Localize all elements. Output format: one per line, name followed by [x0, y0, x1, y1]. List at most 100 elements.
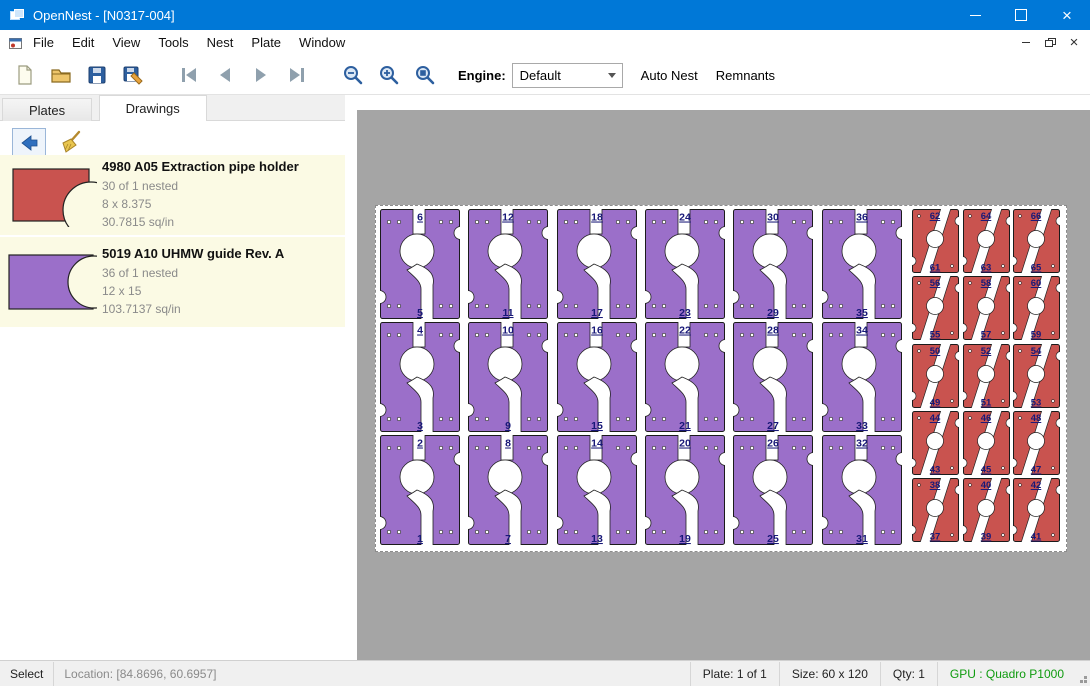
nested-part-pair-red[interactable]: 60 59	[1013, 276, 1060, 340]
nested-part-pair-purple[interactable]: 2019	[645, 435, 725, 545]
part-number[interactable]: 56	[930, 278, 941, 289]
nested-part-pair-purple[interactable]: 2827	[733, 322, 813, 432]
nested-part-pair-red[interactable]: 5251	[963, 344, 1010, 408]
minimize-button[interactable]	[952, 0, 998, 30]
part-number[interactable]: 42	[1031, 480, 1042, 491]
resize-grip[interactable]	[1084, 680, 1087, 683]
menu-window[interactable]: Window	[290, 30, 354, 56]
part-number[interactable]: 31	[856, 533, 868, 545]
part-number[interactable]: 48	[1031, 413, 1042, 424]
part-number[interactable]: 64	[980, 211, 991, 222]
part-number[interactable]: 59	[1031, 330, 1042, 341]
nav-first-button[interactable]	[172, 59, 206, 91]
part-number[interactable]: 45	[980, 464, 991, 475]
part-number[interactable]: 23	[679, 307, 691, 319]
part-number[interactable]: 22	[679, 325, 691, 337]
nested-part-pair-purple[interactable]: 21	[380, 435, 460, 545]
canvas-background[interactable]: 6512111817242330293635431091615222128273…	[357, 110, 1090, 660]
nested-part-pair-red[interactable]: 58 57	[963, 276, 1010, 340]
nested-part-pair-purple[interactable]: 65	[380, 209, 460, 319]
part-number[interactable]: 62	[930, 211, 941, 222]
nested-part-pair-red[interactable]: 46 45	[963, 411, 1010, 475]
part-number[interactable]: 46	[980, 413, 991, 424]
part-number[interactable]: 38	[930, 480, 941, 491]
part-number[interactable]: 58	[980, 278, 991, 289]
nested-part-pair-purple[interactable]: 3433	[822, 322, 902, 432]
part-number[interactable]: 53	[1031, 397, 1042, 408]
part-number[interactable]: 52	[980, 346, 991, 357]
part-number[interactable]: 44	[930, 413, 941, 424]
part-number[interactable]: 57	[980, 330, 991, 341]
new-button[interactable]	[8, 59, 42, 91]
nest-canvas[interactable]: 6512111817242330293635431091615222128273…	[345, 95, 1090, 660]
menu-tools[interactable]: Tools	[149, 30, 197, 56]
tab-drawings[interactable]: Drawings	[99, 95, 207, 121]
part-number[interactable]: 3	[417, 420, 423, 432]
part-number[interactable]: 4	[417, 325, 423, 337]
part-number[interactable]: 15	[591, 420, 603, 432]
nested-part-pair-red[interactable]: 62 61	[912, 209, 959, 273]
nested-part-pair-purple[interactable]: 1817	[557, 209, 637, 319]
part-number[interactable]: 41	[1031, 532, 1042, 543]
part-number[interactable]: 27	[767, 420, 779, 432]
part-number[interactable]: 16	[591, 325, 603, 337]
part-number[interactable]: 19	[679, 533, 691, 545]
nested-part-pair-red[interactable]: 48 47	[1013, 411, 1060, 475]
part-number[interactable]: 5	[417, 307, 423, 319]
nested-part-pair-purple[interactable]: 14 13	[557, 435, 637, 545]
nested-part-pair-red[interactable]: 4039	[963, 478, 1010, 542]
clear-nest-button[interactable]	[54, 128, 86, 155]
menu-nest[interactable]: Nest	[198, 30, 243, 56]
part-number[interactable]: 49	[930, 397, 941, 408]
part-number[interactable]: 30	[767, 212, 779, 224]
part-number[interactable]: 47	[1031, 464, 1042, 475]
nav-next-button[interactable]	[244, 59, 278, 91]
close-button[interactable]: ×	[1044, 0, 1090, 30]
part-number[interactable]: 63	[980, 263, 991, 274]
nested-part-pair-red[interactable]: 64 63	[963, 209, 1010, 273]
nested-part-pair-purple[interactable]: 2221	[645, 322, 725, 432]
nested-part-pair-purple[interactable]: 3029	[733, 209, 813, 319]
nav-prev-button[interactable]	[208, 59, 242, 91]
mdi-restore-button[interactable]	[1038, 32, 1062, 53]
nested-part-pair-red[interactable]: 5453	[1013, 344, 1060, 408]
part-number[interactable]: 17	[591, 307, 603, 319]
zoom-out-button[interactable]	[336, 59, 370, 91]
nested-part-pair-red[interactable]: 50 49	[912, 344, 959, 408]
zoom-in-button[interactable]	[372, 59, 406, 91]
part-number[interactable]: 40	[980, 480, 991, 491]
part-number[interactable]: 26	[767, 438, 779, 450]
part-number[interactable]: 60	[1031, 278, 1042, 289]
part-number[interactable]: 35	[856, 307, 868, 319]
part-number[interactable]: 65	[1031, 263, 1042, 274]
mdi-minimize-button[interactable]	[1014, 32, 1038, 53]
part-number[interactable]: 43	[930, 464, 941, 475]
part-number[interactable]: 2	[417, 438, 423, 450]
part-number[interactable]: 14	[591, 438, 603, 450]
part-number[interactable]: 20	[679, 438, 691, 450]
nested-part-pair-red[interactable]: 42 41	[1013, 478, 1060, 542]
zoom-fit-button[interactable]	[408, 59, 442, 91]
maximize-button[interactable]	[998, 0, 1044, 30]
part-number[interactable]: 61	[930, 263, 941, 274]
nested-part-pair-purple[interactable]: 10 9	[468, 322, 548, 432]
part-number[interactable]: 24	[679, 212, 691, 224]
open-button[interactable]	[44, 59, 78, 91]
nested-part-pair-purple[interactable]: 3231	[822, 435, 902, 545]
auto-nest-button[interactable]: Auto Nest	[641, 68, 698, 83]
return-parts-button[interactable]	[12, 128, 46, 157]
part-number[interactable]: 10	[502, 325, 514, 337]
part-number[interactable]: 36	[856, 212, 868, 224]
part-number[interactable]: 37	[930, 532, 941, 543]
part-number[interactable]: 55	[930, 330, 941, 341]
part-number[interactable]: 9	[505, 420, 511, 432]
part-number[interactable]: 25	[767, 533, 779, 545]
part-number[interactable]: 13	[591, 533, 603, 545]
part-number[interactable]: 66	[1031, 211, 1042, 222]
part-number[interactable]: 50	[930, 346, 941, 357]
part-number[interactable]: 18	[591, 212, 603, 224]
part-number[interactable]: 11	[503, 307, 514, 319]
nested-part-pair-purple[interactable]: 36 35	[822, 209, 902, 319]
nested-part-pair-purple[interactable]: 43	[380, 322, 460, 432]
part-number[interactable]: 8	[505, 438, 511, 450]
